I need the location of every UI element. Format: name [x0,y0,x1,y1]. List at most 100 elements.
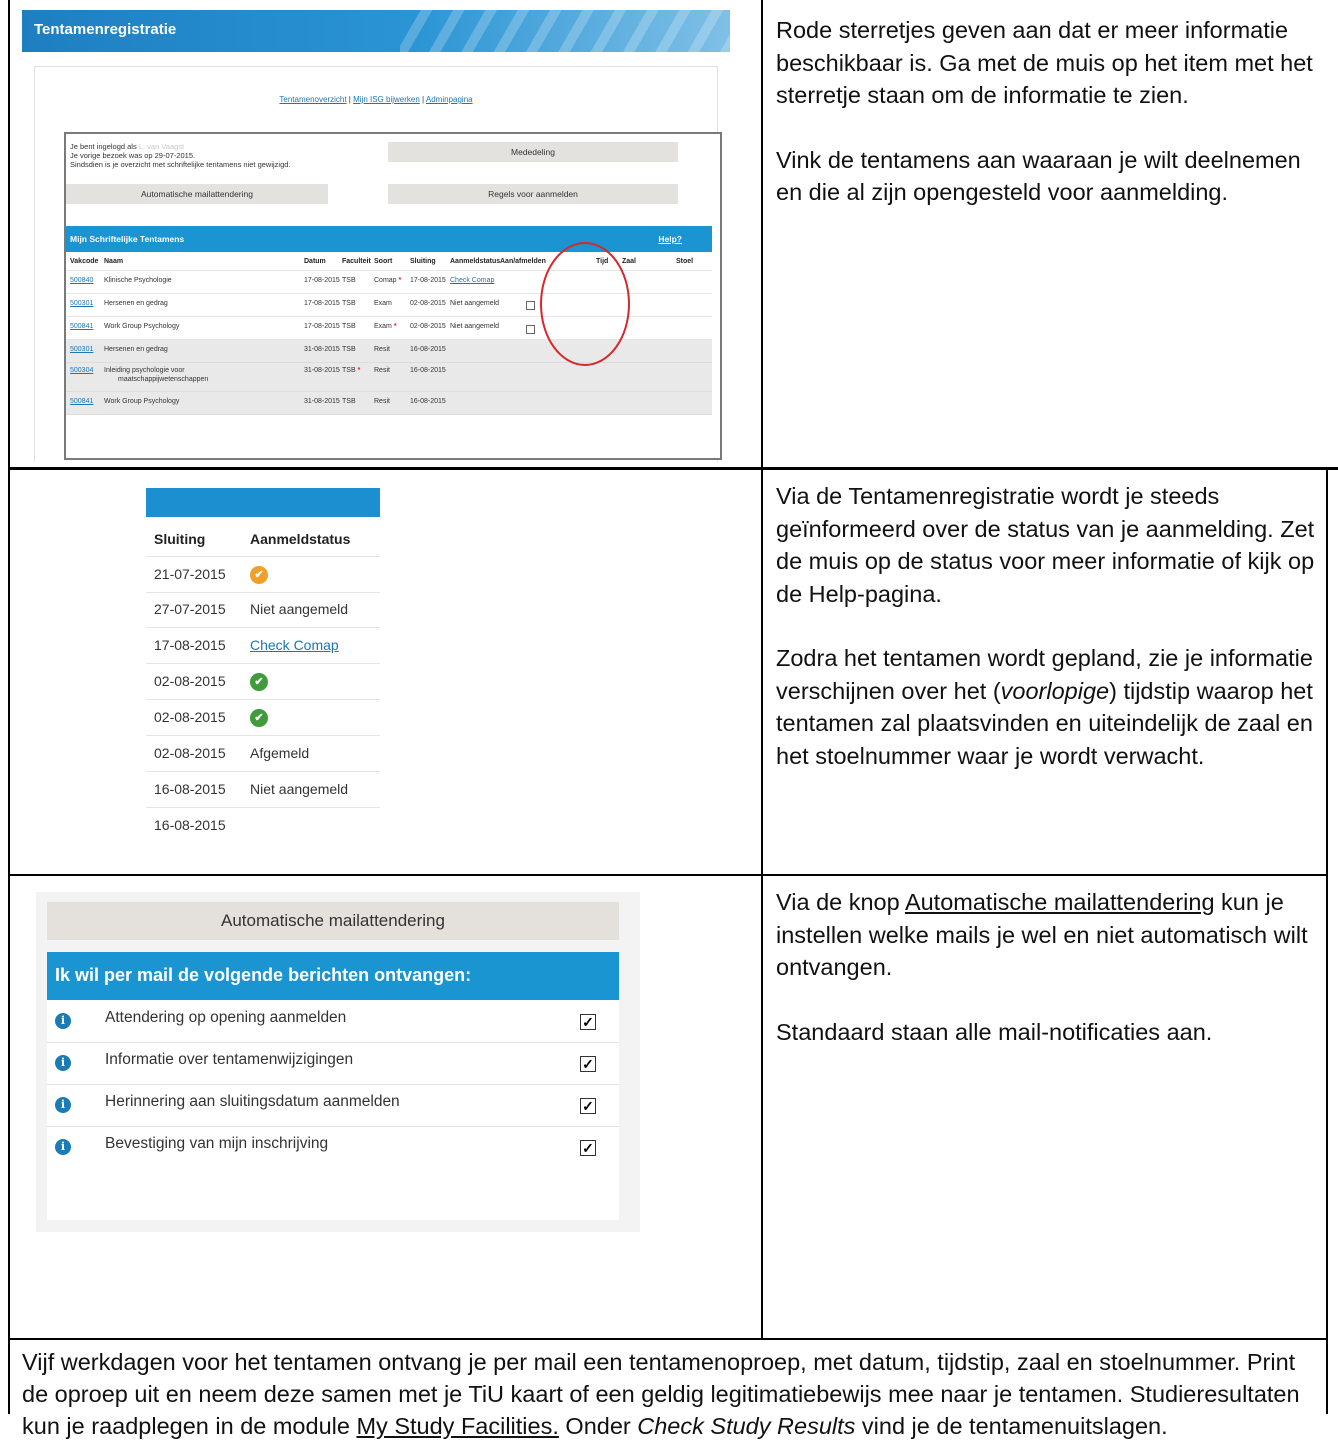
exam-date: 17-08-2015 [304,300,340,307]
course-name-continued: maatschappijwetenschappen [118,376,209,383]
nav-link-admin[interactable]: Adminpagina [426,95,473,104]
closing-date: 17-08-2015 [154,637,226,653]
paragraph: Via de Tentamenregistratie wordt je stee… [776,483,1315,607]
col-sluiting: Sluiting [154,531,206,547]
screenshot-tentamenregistratie: Tentamenregistratie Tentamenoverzicht | … [22,10,730,462]
info-star-icon[interactable]: * [394,323,397,330]
paragraph: Standaard staan alle mail-notificaties a… [776,1018,1213,1045]
explanation-1: Rode sterretjes geven aan dat er meer in… [776,14,1316,209]
option-checkbox[interactable]: ✓ [580,1056,596,1072]
faculty: TSB [342,398,356,405]
info-icon[interactable]: i [55,1139,71,1155]
table-title: Mijn Schriftelijke Tentamens [70,234,185,244]
footer-text: Vijf werkdagen voor het tentamen ontvang… [22,1346,1322,1442]
faculty: TSB [342,346,356,353]
status-row: 02-08-2015 ✔ [146,700,380,736]
closing-date: 16-08-2015 [410,346,446,353]
exam-date: 31-08-2015 [304,346,340,353]
vakcode-link[interactable]: 500301 [70,346,93,353]
faculty: TSB [342,277,356,284]
mailattendering-button[interactable]: Automatische mailattendering [66,184,328,204]
paragraph: Via de knop Automatische mailattendering… [776,886,1321,984]
closing-date: 16-08-2015 [154,781,226,797]
col-aanafmelden: Aan/afmelden [500,258,546,265]
orange-check-icon[interactable]: ✔ [250,566,268,584]
option-checkbox[interactable]: ✓ [580,1140,596,1156]
table-title-bar: Mijn Schriftelijke Tentamens Help? [66,226,712,252]
header-decoration [400,10,730,52]
exam-date: 31-08-2015 [304,367,340,374]
green-check-icon[interactable]: ✔ [250,673,268,691]
check-comap-link[interactable]: Check Comap [250,637,339,653]
paragraph: Vink de tentamens aan waaraan je wilt de… [776,146,1301,206]
status-row: 02-08-2015 Afgemeld [146,736,380,772]
paragraph: Vijf werkdagen voor het tentamen ontvang… [22,1346,1322,1442]
option-label: Informatie over tentamenwijzigingen [105,1051,354,1068]
status-row: 27-07-2015 Niet aangemeld [146,592,380,628]
user-name: L. van Vaagst [138,142,185,151]
mail-option: i Bevestiging van mijn inschrijving ✓ [47,1126,619,1168]
closing-date: 17-08-2015 [410,277,446,284]
regels-button[interactable]: Regels voor aanmelden [388,184,678,204]
top-nav: Tentamenoverzicht | Mijn ISG bijwerken |… [35,95,717,104]
vakcode-link[interactable]: 500840 [70,277,93,284]
option-checkbox[interactable]: ✓ [580,1014,596,1030]
register-checkbox[interactable] [526,301,535,310]
mailattendering-button[interactable]: Automatische mailattendering [47,902,619,940]
exam-type: Exam [374,323,392,330]
col-sluiting: Sluiting [410,258,436,265]
mailattendering-link[interactable]: Automatische mailattendering [905,889,1215,915]
my-study-facilities-link[interactable]: My Study Facilities. [356,1413,558,1439]
vakcode-link[interactable]: 500304 [70,367,93,374]
check-comap-link[interactable]: Check Comap [450,277,494,284]
faculty: TSB [342,300,356,307]
exam-date: 31-08-2015 [304,398,340,405]
info-icon[interactable]: i [55,1013,71,1029]
info-star-icon[interactable]: * [358,367,361,374]
nav-link-tentamenoverzicht[interactable]: Tentamenoverzicht [279,95,346,104]
registration-status: Niet aangemeld [450,323,500,330]
col-faculteit: Faculteit [342,258,371,265]
closing-date: 27-07-2015 [154,601,226,617]
info-icon[interactable]: i [55,1055,71,1071]
vakcode-link[interactable]: 500841 [70,323,93,330]
info-icon[interactable]: i [55,1097,71,1113]
closing-date: 21-07-2015 [154,566,226,582]
status-text: Niet aangemeld [250,781,349,797]
mededeling-button[interactable]: Mededeling [388,142,678,162]
status-row: 21-07-2015 ✔ [146,556,380,593]
login-info: Je bent ingelogd als L. van Vaagst Je vo… [70,142,291,169]
text-span: vind je de tentamenuitslagen. [855,1413,1168,1439]
green-check-icon[interactable]: ✔ [250,709,268,727]
status-text: Niet aangemeld [250,601,349,617]
screenshot-status-column: Sluiting Aanmeldstatus 21-07-2015 ✔ 27-0… [146,488,380,868]
vakcode-link[interactable]: 500301 [70,300,93,307]
nav-link-isg[interactable]: Mijn ISG bijwerken [353,95,420,104]
grid-line [8,874,1328,876]
info-star-icon[interactable]: * [399,277,402,284]
help-link[interactable]: Help? [658,234,682,244]
course-name: Klinische Psychologie [104,277,172,284]
exam-type: Comap [374,277,397,284]
table-row: 500841 Work Group Psychology 31-08-2015 … [66,392,712,415]
closing-date: 16-08-2015 [410,367,446,374]
header-bar [146,488,380,517]
last-visit: Je vorige bezoek was op 29-07-2015. [70,151,196,160]
vakcode-link[interactable]: 500841 [70,398,93,405]
option-checkbox[interactable]: ✓ [580,1098,596,1114]
explanation-2: Via de Tentamenregistratie wordt je stee… [776,480,1321,772]
mail-options-list: i Attendering op opening aanmelden ✓ i I… [47,1000,619,1220]
register-checkbox[interactable] [526,325,535,334]
col-soort: Soort [374,258,393,265]
mail-heading-bar: Ik wil per mail de volgende berichten on… [47,952,619,1000]
closing-date: 02-08-2015 [410,323,446,330]
mail-option: i Attendering op opening aanmelden ✓ [47,1000,619,1043]
exam-type: Exam [374,300,392,307]
closing-date: 16-08-2015 [154,817,226,833]
status-row: 16-08-2015 [146,808,380,843]
faculty: TSB [342,323,356,330]
exam-date: 17-08-2015 [304,277,340,284]
course-name: Hersenen en gedrag [104,346,168,353]
status-row: 17-08-2015 Check Comap [146,628,380,664]
exam-date: 17-08-2015 [304,323,340,330]
